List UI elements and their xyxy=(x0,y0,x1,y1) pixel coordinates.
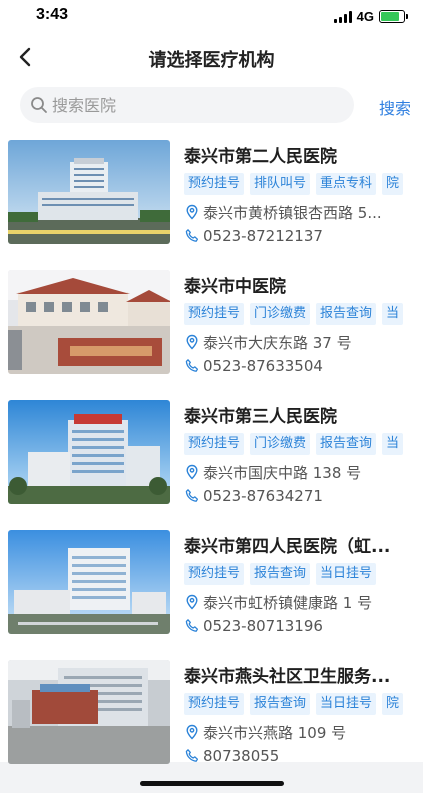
status-indicators: 4G xyxy=(333,9,408,24)
hospital-name: 泰兴市中医院 xyxy=(184,277,286,297)
network-type: 4G xyxy=(356,9,374,24)
address-text: 泰兴市虹桥镇健康路 1 号 xyxy=(203,593,373,612)
hospital-address: 泰兴市国庆中路 138 号 xyxy=(184,462,414,482)
service-tag[interactable]: 门诊缴费 xyxy=(250,433,311,455)
service-tags: 预约挂号 门诊缴费 报告查询当 xyxy=(184,302,423,326)
hospital-address: 泰兴市虹桥镇健康路 1 号 xyxy=(184,592,414,612)
hospital-name: 泰兴市第三人民医院 xyxy=(184,407,337,427)
hospital-phone[interactable]: 0523-87634271 xyxy=(184,486,414,506)
status-time: 3:43 xyxy=(36,6,69,23)
hospital-card[interactable]: 泰兴市第二人民医院 预约挂号 排队叫号 重点专科院 泰兴市黄桥镇银杏西路 5... … xyxy=(0,132,423,262)
hospital-photo xyxy=(8,530,170,634)
hospital-address: 泰兴市黄桥镇银杏西路 5... xyxy=(184,202,414,222)
service-tag[interactable]: 预约挂号 xyxy=(184,563,245,585)
nav-bar: 请选择医疗机构 xyxy=(0,34,423,80)
service-tag[interactable]: 当日挂号 xyxy=(316,563,377,585)
phone-text: 80738055 xyxy=(203,747,280,765)
search-button[interactable]: 搜索 xyxy=(379,95,411,119)
service-tags: 预约挂号 排队叫号 重点专科院 xyxy=(184,172,423,196)
phone-icon xyxy=(185,749,199,762)
location-pin-icon xyxy=(186,724,198,740)
service-tag[interactable]: 排队叫号 xyxy=(250,173,311,195)
service-tag[interactable]: 预约挂号 xyxy=(184,433,245,455)
service-tag[interactable]: 预约挂号 xyxy=(184,303,245,325)
service-tag[interactable]: 院 xyxy=(382,173,404,195)
hospital-photo xyxy=(8,660,170,764)
hospital-name: 泰兴市第四人民医院（虹... xyxy=(184,537,391,557)
hospital-photo xyxy=(8,140,170,244)
hospital-list: 泰兴市第二人民医院 预约挂号 排队叫号 重点专科院 泰兴市黄桥镇银杏西路 5... … xyxy=(0,132,423,765)
service-tag[interactable]: 预约挂号 xyxy=(184,693,245,715)
location-pin-icon xyxy=(186,334,198,350)
service-tag[interactable]: 报告查询 xyxy=(250,693,311,715)
hospital-address: 泰兴市大庆东路 37 号 xyxy=(184,332,414,352)
hospital-photo xyxy=(8,400,170,504)
location-pin-icon xyxy=(186,204,198,220)
search-input[interactable] xyxy=(52,87,348,123)
location-pin-icon xyxy=(186,464,198,480)
service-tag[interactable]: 报告查询 xyxy=(316,303,377,325)
service-tag[interactable]: 重点专科 xyxy=(316,173,377,195)
hospital-name: 泰兴市燕头社区卫生服务... xyxy=(184,667,391,687)
service-tag[interactable]: 门诊缴费 xyxy=(250,303,311,325)
search-icon xyxy=(31,97,47,113)
hospital-card[interactable]: 泰兴市中医院 预约挂号 门诊缴费 报告查询当 泰兴市大庆东路 37 号 0523-8… xyxy=(0,262,423,392)
hospital-address: 泰兴市兴燕路 109 号 xyxy=(184,722,414,742)
service-tags: 预约挂号 报告查询 当日挂号 xyxy=(184,562,423,586)
hospital-card[interactable]: 泰兴市第三人民医院 预约挂号 门诊缴费 报告查询当 泰兴市国庆中路 138 号 05… xyxy=(0,392,423,522)
hospital-card[interactable]: 泰兴市第四人民医院（虹... 预约挂号 报告查询 当日挂号 泰兴市虹桥镇健康路 1 … xyxy=(0,522,423,652)
service-tags: 预约挂号 门诊缴费 报告查询当 xyxy=(184,432,423,456)
service-tag[interactable]: 预约挂号 xyxy=(184,173,245,195)
phone-icon xyxy=(185,229,199,242)
signal-icon xyxy=(333,10,352,23)
battery-level xyxy=(381,12,399,21)
hospital-phone[interactable]: 0523-87633504 xyxy=(184,356,414,376)
service-tag[interactable]: 当 xyxy=(382,303,404,325)
address-text: 泰兴市黄桥镇银杏西路 5... xyxy=(203,203,382,222)
page-title: 请选择医疗机构 xyxy=(148,50,275,71)
service-tag[interactable]: 当 xyxy=(382,433,404,455)
location-pin-icon xyxy=(186,594,198,610)
phone-text: 0523-87633504 xyxy=(203,357,323,375)
status-bar: 3:43 4G xyxy=(0,0,423,34)
service-tags: 预约挂号 报告查询 当日挂号院 xyxy=(184,692,423,716)
service-tag[interactable]: 院 xyxy=(382,693,404,715)
phone-text: 0523-87212137 xyxy=(203,227,323,245)
phone-icon xyxy=(185,619,199,632)
address-text: 泰兴市大庆东路 37 号 xyxy=(203,333,352,352)
service-tag[interactable]: 当日挂号 xyxy=(316,693,377,715)
phone-text: 0523-80713196 xyxy=(203,617,323,635)
phone-icon xyxy=(185,359,199,372)
hospital-phone[interactable]: 80738055 xyxy=(184,746,414,766)
service-tag[interactable]: 报告查询 xyxy=(250,563,311,585)
service-tag[interactable]: 报告查询 xyxy=(316,433,377,455)
battery-icon xyxy=(379,10,408,23)
search-box[interactable] xyxy=(20,87,354,123)
address-text: 泰兴市兴燕路 109 号 xyxy=(203,723,347,742)
hospital-phone[interactable]: 0523-80713196 xyxy=(184,616,414,636)
hospital-phone[interactable]: 0523-87212137 xyxy=(184,226,414,246)
phone-icon xyxy=(185,489,199,502)
home-indicator[interactable] xyxy=(140,781,284,786)
hospital-photo xyxy=(8,270,170,374)
address-text: 泰兴市国庆中路 138 号 xyxy=(203,463,362,482)
search-bar: 搜索 xyxy=(0,80,423,132)
hospital-name: 泰兴市第二人民医院 xyxy=(184,147,337,167)
hospital-card[interactable]: 泰兴市燕头社区卫生服务... 预约挂号 报告查询 当日挂号院 泰兴市兴燕路 109 … xyxy=(0,652,423,782)
phone-text: 0523-87634271 xyxy=(203,487,323,505)
